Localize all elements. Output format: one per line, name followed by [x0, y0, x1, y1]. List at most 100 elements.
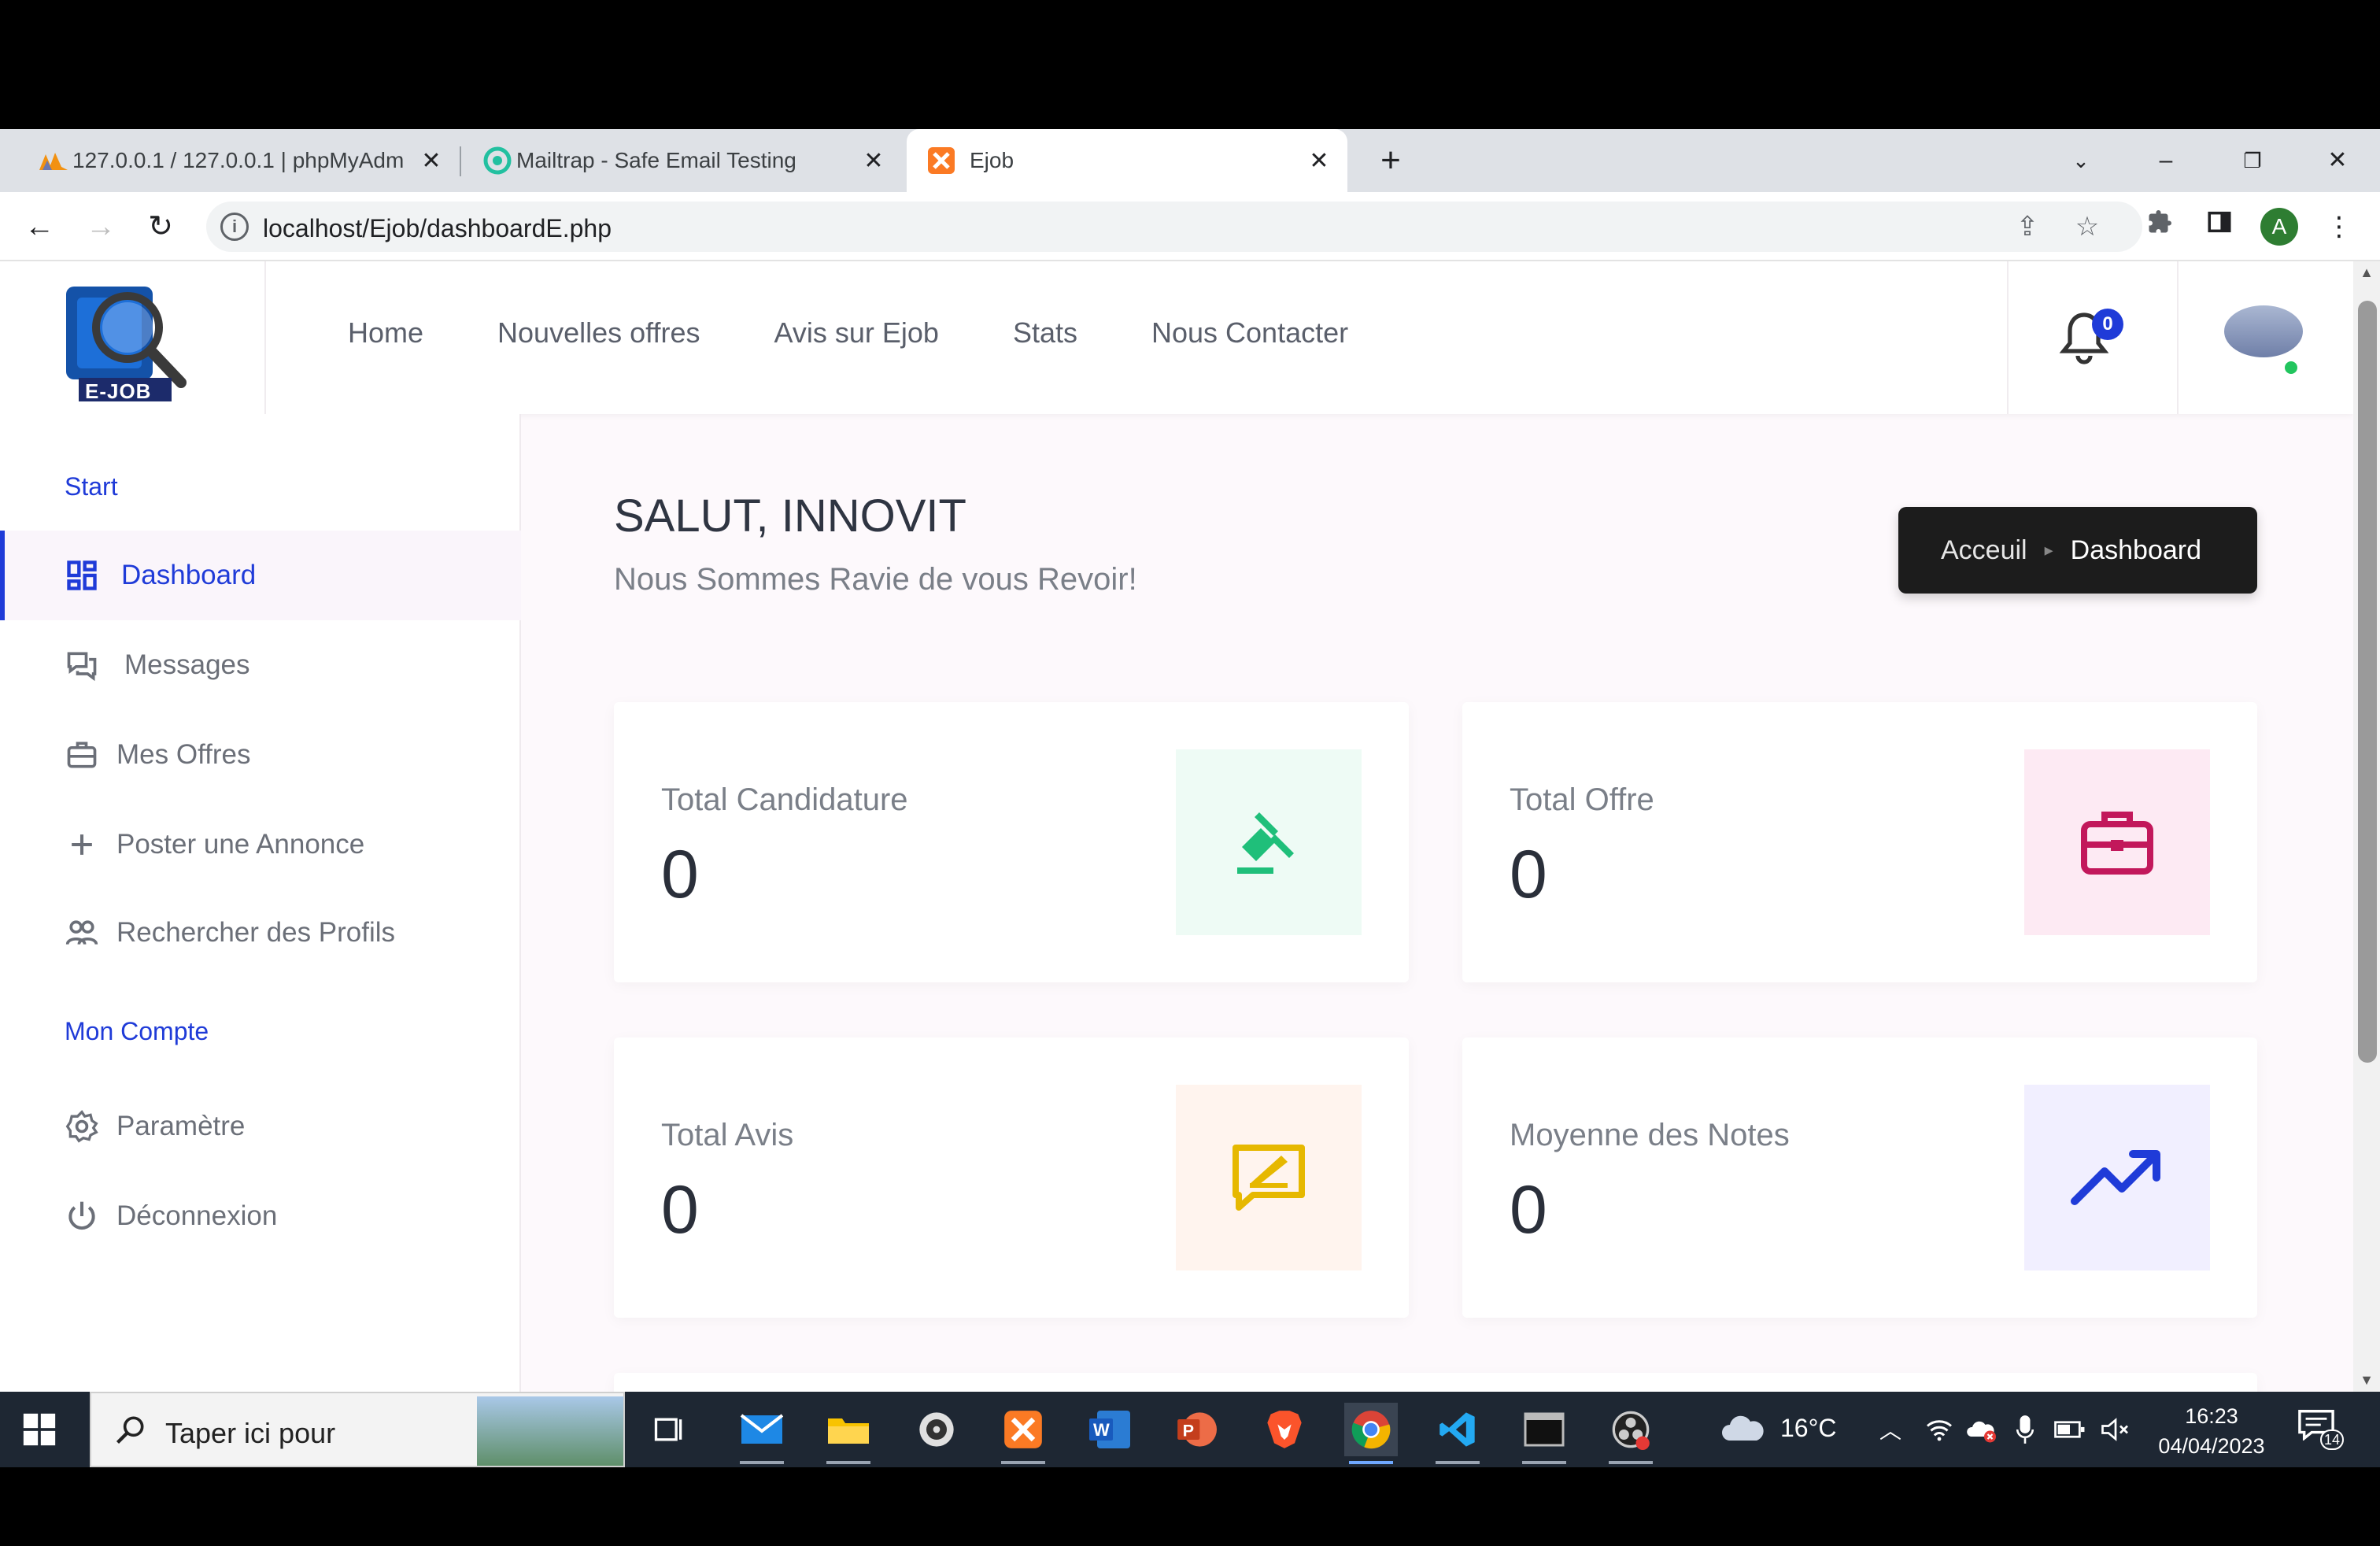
review-icon	[1176, 1085, 1362, 1270]
menu-kebab-icon[interactable]: ⋮	[2320, 208, 2358, 246]
power-icon	[68, 1201, 95, 1230]
task-view-icon[interactable]	[642, 1403, 696, 1456]
sidebar-item-label: Paramètre	[116, 1111, 246, 1141]
sidebar-item-dashboard[interactable]: Dashboard	[0, 531, 521, 620]
stat-card-candidature: Total Candidature 0	[614, 702, 1409, 982]
nav-nouvelles-offres[interactable]: Nouvelles offres	[497, 316, 700, 350]
tab-mailtrap[interactable]: Mailtrap - Safe Email Testing ✕	[482, 129, 888, 192]
powerpoint-icon[interactable]: P	[1170, 1403, 1223, 1456]
xampp-icon	[926, 145, 957, 176]
nav-home[interactable]: Home	[348, 316, 423, 350]
site-header: E-JOB Home Nouvelles offres Avis sur Ejo…	[0, 261, 2353, 414]
sidebar-item-parametre[interactable]: Paramètre	[0, 1082, 521, 1171]
clock-date: 04/04/2023	[2158, 1434, 2265, 1458]
nav-stats[interactable]: Stats	[1013, 316, 1077, 350]
profile-avatar[interactable]: A	[2260, 208, 2298, 246]
page-scrollbar[interactable]: ▲ ▼	[2353, 261, 2380, 1392]
tab-phpmyadmin[interactable]: 127.0.0.1 / 127.0.0.1 | phpMyAdm ✕	[38, 129, 445, 192]
tab-ejob[interactable]: Ejob ✕	[907, 129, 1347, 192]
close-window-button[interactable]: ✕	[2314, 143, 2361, 178]
stat-card-value: 0	[1510, 1172, 1547, 1248]
close-icon[interactable]: ✕	[1305, 146, 1333, 175]
scroll-down-arrow[interactable]: ▼	[2358, 1372, 2375, 1389]
new-tab-button[interactable]: +	[1373, 143, 1408, 179]
weather-cloud-icon[interactable]	[1719, 1412, 1766, 1444]
gear-icon	[65, 1110, 98, 1143]
file-explorer-icon[interactable]	[822, 1403, 875, 1464]
sidebar-item-label: Rechercher des Profils	[116, 917, 396, 948]
notification-count-badge: 14	[2320, 1429, 2344, 1450]
briefcase-icon	[67, 742, 97, 768]
forward-button[interactable]: →	[82, 208, 120, 246]
tab-title: Mailtrap - Safe Email Testing	[516, 148, 796, 172]
stat-card-title: Total Avis	[661, 1118, 794, 1152]
bookmark-star-icon[interactable]: ☆	[2068, 208, 2106, 246]
breadcrumb-acceuil[interactable]: Acceuil	[1941, 535, 2027, 566]
dashboard-icon	[67, 560, 97, 590]
scroll-thumb[interactable]	[2358, 301, 2377, 1063]
battery-icon[interactable]	[2054, 1417, 2086, 1442]
chevron-up-icon[interactable]: ︿	[1879, 1414, 1901, 1445]
stat-card-title: Total Offre	[1510, 782, 1654, 817]
tab-search-icon[interactable]: ⌄	[2057, 143, 2105, 178]
chevron-right-icon: ▸	[2044, 540, 2053, 560]
mail-icon[interactable]	[735, 1403, 789, 1464]
back-button[interactable]: ←	[20, 208, 58, 246]
online-status-dot	[2282, 359, 2300, 376]
address-bar: ← → ↻ i localhost/Ejob/dashboardE.php ⇪ …	[0, 192, 2380, 261]
xampp-app-icon[interactable]	[996, 1403, 1050, 1464]
breadcrumb: Acceuil ▸ Dashboard	[1898, 507, 2257, 594]
omnibox[interactable]: i localhost/Ejob/dashboardE.php ⇪ ☆	[206, 202, 2142, 252]
chrome-icon[interactable]	[1344, 1403, 1398, 1464]
nav-avis[interactable]: Avis sur Ejob	[774, 316, 939, 350]
stat-card-title: Moyenne des Notes	[1510, 1118, 1790, 1152]
user-avatar[interactable]	[2224, 305, 2303, 357]
notifications-container[interactable]: 0	[2007, 261, 2179, 414]
media-player-icon[interactable]	[910, 1403, 963, 1456]
sidebar-item-rechercher-profils[interactable]: Rechercher des Profils	[0, 888, 521, 978]
users-icon	[65, 920, 98, 945]
wifi-icon[interactable]	[1925, 1415, 1953, 1444]
onedrive-error-icon[interactable]	[1966, 1415, 1998, 1444]
restore-button[interactable]: ❐	[2229, 143, 2276, 178]
windows-start-icon[interactable]	[22, 1412, 57, 1447]
vscode-icon[interactable]	[1431, 1403, 1484, 1464]
minimize-button[interactable]: –	[2142, 143, 2190, 178]
ejob-logo[interactable]: E-JOB	[63, 279, 205, 405]
close-icon[interactable]: ✕	[417, 146, 445, 175]
stat-card-value: 0	[1510, 837, 1547, 912]
share-icon[interactable]: ⇪	[2009, 208, 2046, 246]
page-subtitle: Nous Sommes Ravie de vous Revoir!	[614, 562, 1137, 597]
logo-container[interactable]: E-JOB	[0, 261, 266, 414]
sidebar-item-label: Poster une Annonce	[116, 829, 365, 860]
breadcrumb-dashboard: Dashboard	[2070, 534, 2201, 565]
close-icon[interactable]: ✕	[859, 146, 888, 175]
volume-muted-icon[interactable]	[2100, 1415, 2131, 1444]
brave-browser-icon[interactable]	[1258, 1403, 1311, 1456]
sidebar-item-label: Dashboard	[121, 560, 257, 590]
reload-button[interactable]: ↻	[142, 208, 179, 246]
top-nav: Home Nouvelles offres Avis sur Ejob Stat…	[348, 316, 1348, 350]
url-text[interactable]: localhost/Ejob/dashboardE.php	[263, 214, 612, 243]
sidebar-item-poster-annonce[interactable]: Poster une Annonce	[0, 800, 521, 890]
nav-contact[interactable]: Nous Contacter	[1151, 316, 1348, 350]
sidebar-section-start: Start	[65, 472, 118, 501]
obs-recorder-icon[interactable]	[1604, 1403, 1658, 1464]
sidebar-item-deconnexion[interactable]: Déconnexion	[0, 1171, 521, 1261]
taskbar-clock[interactable]: 16:23 04/04/2023	[2149, 1401, 2275, 1461]
stat-card-offre: Total Offre 0	[1462, 702, 2257, 982]
sidebar-item-label: Déconnexion	[116, 1200, 278, 1231]
tab-separator	[460, 146, 461, 176]
taskbar-search[interactable]: Taper ici pour	[90, 1392, 625, 1467]
extensions-icon[interactable]	[2141, 208, 2179, 246]
word-icon[interactable]: W	[1083, 1403, 1136, 1456]
terminal-icon[interactable]	[1517, 1403, 1571, 1464]
sidebar-item-messages[interactable]: Messages	[0, 620, 521, 710]
side-panel-icon[interactable]	[2201, 208, 2238, 246]
action-center-icon[interactable]: 14	[2298, 1409, 2345, 1450]
scroll-up-arrow[interactable]: ▲	[2358, 264, 2375, 281]
sidebar-item-mes-offres[interactable]: Mes Offres	[0, 710, 521, 800]
site-info-icon[interactable]: i	[220, 213, 249, 241]
weather-temperature[interactable]: 16°C	[1780, 1414, 1837, 1443]
microphone-icon[interactable]	[2015, 1414, 2035, 1445]
